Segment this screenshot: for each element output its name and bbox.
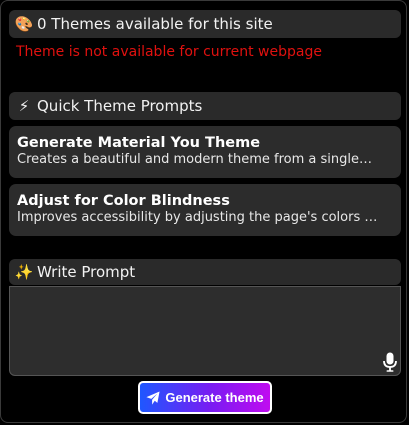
generate-theme-label: Generate theme <box>165 390 264 405</box>
prompt-card-description: Improves accessibility by adjusting the … <box>17 210 379 225</box>
palette-icon: 🎨 <box>14 15 34 33</box>
prompt-textarea[interactable] <box>9 286 401 376</box>
prompt-card-title: Generate Material You Theme <box>17 135 261 151</box>
quick-theme-prompts-header: ⚡ Quick Theme Prompts <box>9 92 401 120</box>
send-icon <box>146 390 160 405</box>
prompt-card-title: Adjust for Color Blindness <box>17 193 230 209</box>
prompt-card-description: Creates a beautiful and modern theme fro… <box>17 152 372 167</box>
theme-unavailable-message: Theme is not available for current webpa… <box>16 44 322 60</box>
generate-theme-button[interactable]: Generate theme <box>138 381 272 414</box>
sparkles-icon: ✨ <box>14 263 34 281</box>
quick-theme-prompts-title: Quick Theme Prompts <box>37 97 203 115</box>
prompt-card-material-you[interactable]: Generate Material You Theme Creates a be… <box>9 126 401 178</box>
microphone-icon[interactable] <box>383 352 397 372</box>
themes-available-title: 0 Themes available for this site <box>37 15 273 33</box>
write-prompt-header: ✨ Write Prompt <box>9 259 401 285</box>
themes-available-header: 🎨 0 Themes available for this site <box>9 10 401 38</box>
prompt-card-color-blindness[interactable]: Adjust for Color Blindness Improves acce… <box>9 184 401 236</box>
lightning-icon: ⚡ <box>18 97 30 115</box>
write-prompt-title: Write Prompt <box>37 263 136 281</box>
